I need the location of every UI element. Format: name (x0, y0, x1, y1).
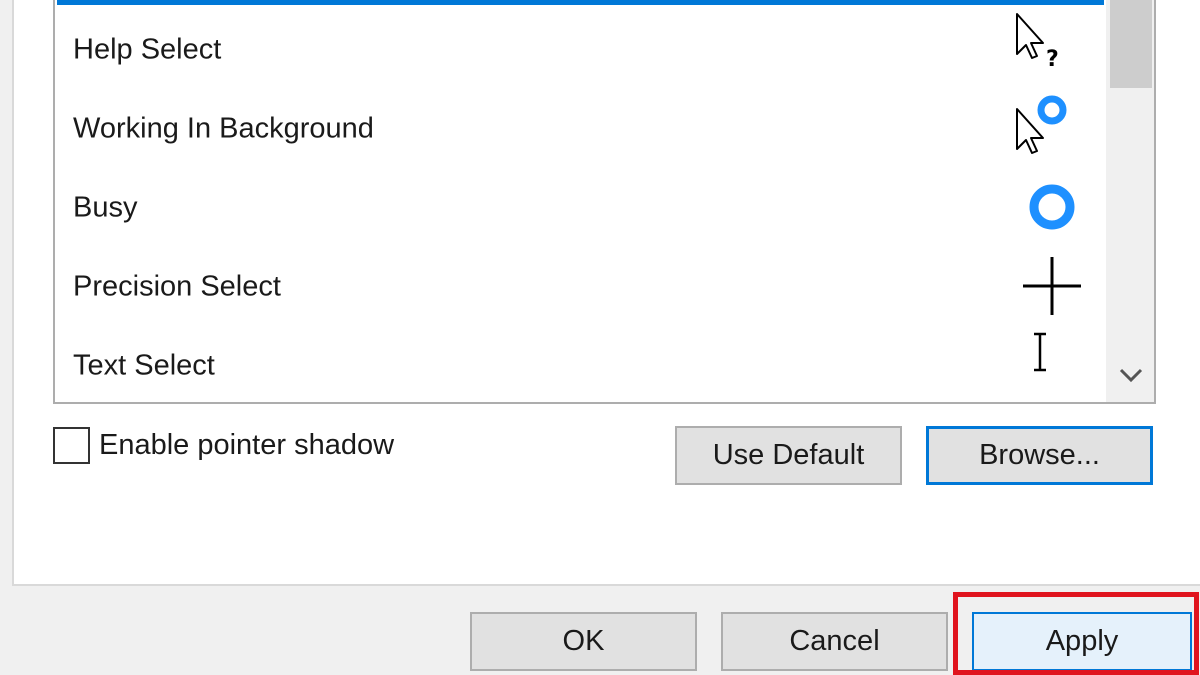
cancel-button[interactable]: Cancel (721, 612, 948, 671)
apply-button[interactable]: Apply (972, 612, 1192, 671)
list-item-precision-select[interactable]: Precision Select (55, 247, 1105, 326)
use-default-button[interactable]: Use Default (675, 426, 902, 485)
chevron-down-icon[interactable] (1112, 356, 1150, 394)
working-in-background-cursor-icon (1005, 89, 1085, 168)
list-item-label: Precision Select (73, 270, 281, 302)
list-item-label: Help Select (73, 33, 222, 65)
pointer-shadow-label: Enable pointer shadow (99, 429, 395, 461)
text-select-cursor-icon (1005, 326, 1085, 402)
list-item-busy[interactable]: Busy (55, 168, 1105, 247)
mouse-properties-dialog: Help Select ? Working In Background Busy (0, 0, 1200, 675)
list-item-text-select[interactable]: Text Select (55, 326, 1105, 402)
list-item-working-in-background[interactable]: Working In Background (55, 89, 1105, 168)
list-item-label: Text Select (73, 349, 215, 381)
selected-row-edge (57, 0, 1104, 5)
svg-text:?: ? (1046, 47, 1059, 72)
scrollbar-thumb[interactable] (1110, 0, 1152, 88)
busy-cursor-icon (1005, 168, 1085, 247)
pointer-scheme-list[interactable]: Help Select ? Working In Background Busy (53, 0, 1156, 404)
ok-button[interactable]: OK (470, 612, 697, 671)
precision-select-cursor-icon (1005, 247, 1085, 326)
pointer-shadow-checkbox[interactable] (53, 427, 90, 464)
list-item-label: Working In Background (73, 112, 374, 144)
list-item-label: Busy (73, 191, 138, 223)
vertical-scrollbar[interactable] (1106, 0, 1154, 402)
help-select-cursor-icon: ? (1005, 10, 1085, 89)
browse-button[interactable]: Browse... (926, 426, 1153, 485)
list-item-help-select[interactable]: Help Select ? (55, 10, 1105, 89)
